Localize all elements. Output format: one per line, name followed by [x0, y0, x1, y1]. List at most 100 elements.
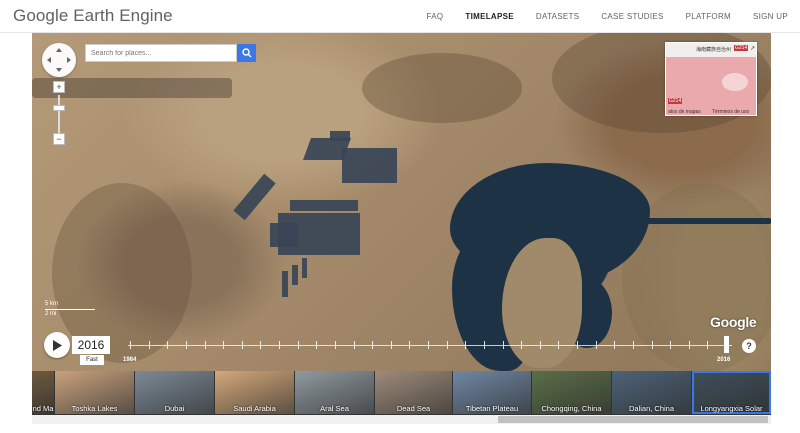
- help-button[interactable]: ?: [742, 339, 756, 353]
- nav-platform[interactable]: PLATFORM: [686, 12, 731, 21]
- solar-array: [282, 271, 288, 297]
- timeline-tick[interactable]: [707, 341, 709, 349]
- top-header: Google Earth Engine FAQ TIMELAPSE DATASE…: [0, 0, 800, 33]
- scale-mi-label: 2 mi: [45, 311, 57, 317]
- google-watermark: Google: [710, 314, 757, 330]
- nav-datasets[interactable]: DATASETS: [536, 12, 579, 21]
- overview-minimap[interactable]: 海南藏族自治州 G214 G214 atos de mapas Términos…: [665, 42, 757, 116]
- timeline-tick[interactable]: [539, 341, 541, 349]
- river: [632, 218, 771, 224]
- solar-array: [292, 265, 298, 285]
- thumbnail-label: Tibetan Plateau: [465, 404, 519, 413]
- timeline-tick[interactable]: [204, 341, 206, 349]
- nav-sign-up[interactable]: SIGN UP: [753, 12, 788, 21]
- timeline-tick[interactable]: [465, 341, 467, 349]
- pan-arrows-icon: [47, 48, 71, 72]
- timeline-tick[interactable]: [670, 341, 672, 349]
- thumbnail-label: Aral Sea: [320, 404, 349, 413]
- zoom-in-button[interactable]: +: [53, 81, 65, 93]
- timeline-tick[interactable]: [297, 341, 299, 349]
- thumbnail-item[interactable]: Dead Sea: [375, 371, 452, 414]
- thumbnail-label: Dalian, China: [628, 404, 675, 413]
- thumbnail-label: Chongqing, China: [541, 404, 602, 413]
- timeline-tick[interactable]: [428, 341, 429, 349]
- solar-array: [233, 173, 276, 221]
- thumbnail-item-selected[interactable]: Longyangxia Solar: [692, 371, 771, 414]
- solar-array: [302, 258, 307, 278]
- timeline-tick[interactable]: [372, 341, 374, 349]
- timeline-tick[interactable]: [521, 341, 523, 349]
- timeline-tick[interactable]: [167, 341, 169, 349]
- thumbnail-label: Dubai: [164, 404, 185, 413]
- timeline-handle[interactable]: [724, 336, 729, 353]
- timeline-tick[interactable]: [688, 341, 690, 349]
- timeline-tick[interactable]: [577, 341, 578, 349]
- solar-array: [330, 131, 350, 141]
- nav-timelapse[interactable]: TIMELAPSE: [465, 12, 513, 21]
- thumbnail-scrollbar[interactable]: [32, 415, 771, 424]
- thumbnail-label: Saudi Arabia: [233, 404, 276, 413]
- scale-bar: [45, 309, 95, 310]
- route-badge: G214: [668, 98, 683, 104]
- current-year: 2016: [72, 336, 110, 354]
- minimap-label: 海南藏族自治州: [696, 47, 732, 53]
- timeline-tick[interactable]: [483, 341, 485, 349]
- timeline-tick[interactable]: [185, 341, 187, 349]
- timeline-tick[interactable]: [632, 341, 634, 349]
- search-input[interactable]: [85, 44, 237, 62]
- timeline-tick[interactable]: [130, 341, 131, 349]
- timeline-tick[interactable]: [595, 341, 597, 349]
- thumbnail-label: nd Ma: [32, 404, 54, 413]
- timeline-track[interactable]: [128, 345, 732, 346]
- thumbnail-item[interactable]: Dalian, China: [612, 371, 691, 414]
- thumbnail-item[interactable]: Dubai: [135, 371, 214, 414]
- search-icon: [241, 48, 251, 58]
- solar-array: [302, 138, 352, 160]
- timeline-tick[interactable]: [353, 341, 355, 349]
- terrain-ridge: [362, 53, 522, 123]
- timeline-tick[interactable]: [241, 341, 243, 349]
- timeline-tick[interactable]: [390, 341, 392, 349]
- timeline-tick[interactable]: [316, 341, 318, 349]
- pan-control[interactable]: [42, 43, 76, 77]
- minimap-attribution[interactable]: atos de mapas: [668, 109, 701, 115]
- zoom-slider-track[interactable]: [58, 95, 60, 133]
- timeline-start-year: 1984: [123, 357, 137, 363]
- zoom-slider-handle[interactable]: [53, 105, 65, 111]
- timeline-tick[interactable]: [446, 341, 448, 349]
- minimap-terms-link[interactable]: Términos de uso: [712, 109, 749, 115]
- timeline-tick[interactable]: [558, 341, 560, 349]
- timeline-tick[interactable]: [502, 341, 504, 349]
- thumbnail-label: Toshka Lakes: [71, 404, 118, 413]
- scrollbar-thumb[interactable]: [498, 416, 768, 423]
- thumbnail-item[interactable]: Chongqing, China: [532, 371, 611, 414]
- site-logo[interactable]: Google Earth Engine: [13, 6, 173, 26]
- timeline-tick[interactable]: [334, 341, 336, 349]
- expand-icon[interactable]: ↗: [750, 45, 755, 52]
- timeline-tick[interactable]: [279, 341, 280, 349]
- nav-faq[interactable]: FAQ: [427, 12, 444, 21]
- timeline-tick[interactable]: [409, 341, 411, 349]
- timeline-tick[interactable]: [223, 341, 225, 349]
- timeline-end-year: 2016: [717, 357, 731, 363]
- speed-toggle[interactable]: Fast: [80, 355, 104, 365]
- timeline-tick[interactable]: [260, 341, 262, 349]
- thumbnail-item[interactable]: Saudi Arabia: [215, 371, 294, 414]
- thumbnail-label: Dead Sea: [396, 404, 431, 413]
- timeline-tick[interactable]: [614, 341, 616, 349]
- play-button[interactable]: [44, 332, 70, 358]
- solar-array: [342, 148, 397, 183]
- search-button[interactable]: [237, 44, 256, 62]
- location-thumbnails: nd Ma Toshka Lakes Dubai Saudi Arabia Ar…: [32, 371, 771, 415]
- thumbnail-item[interactable]: Tibetan Plateau: [453, 371, 531, 414]
- timelapse-map[interactable]: + − 海南藏族自治州 G214 G214 atos de mapas Térm…: [32, 33, 771, 371]
- timeline-tick[interactable]: [651, 341, 653, 349]
- thumbnail-item[interactable]: Toshka Lakes: [55, 371, 134, 414]
- timeline-tick[interactable]: [148, 341, 150, 349]
- main-nav: FAQ TIMELAPSE DATASETS CASE STUDIES PLAT…: [405, 0, 789, 33]
- zoom-out-button[interactable]: −: [53, 133, 65, 145]
- thumbnail-item[interactable]: nd Ma: [32, 371, 54, 414]
- solar-array: [270, 223, 298, 247]
- thumbnail-item[interactable]: Aral Sea: [295, 371, 374, 414]
- nav-case-studies[interactable]: CASE STUDIES: [601, 12, 663, 21]
